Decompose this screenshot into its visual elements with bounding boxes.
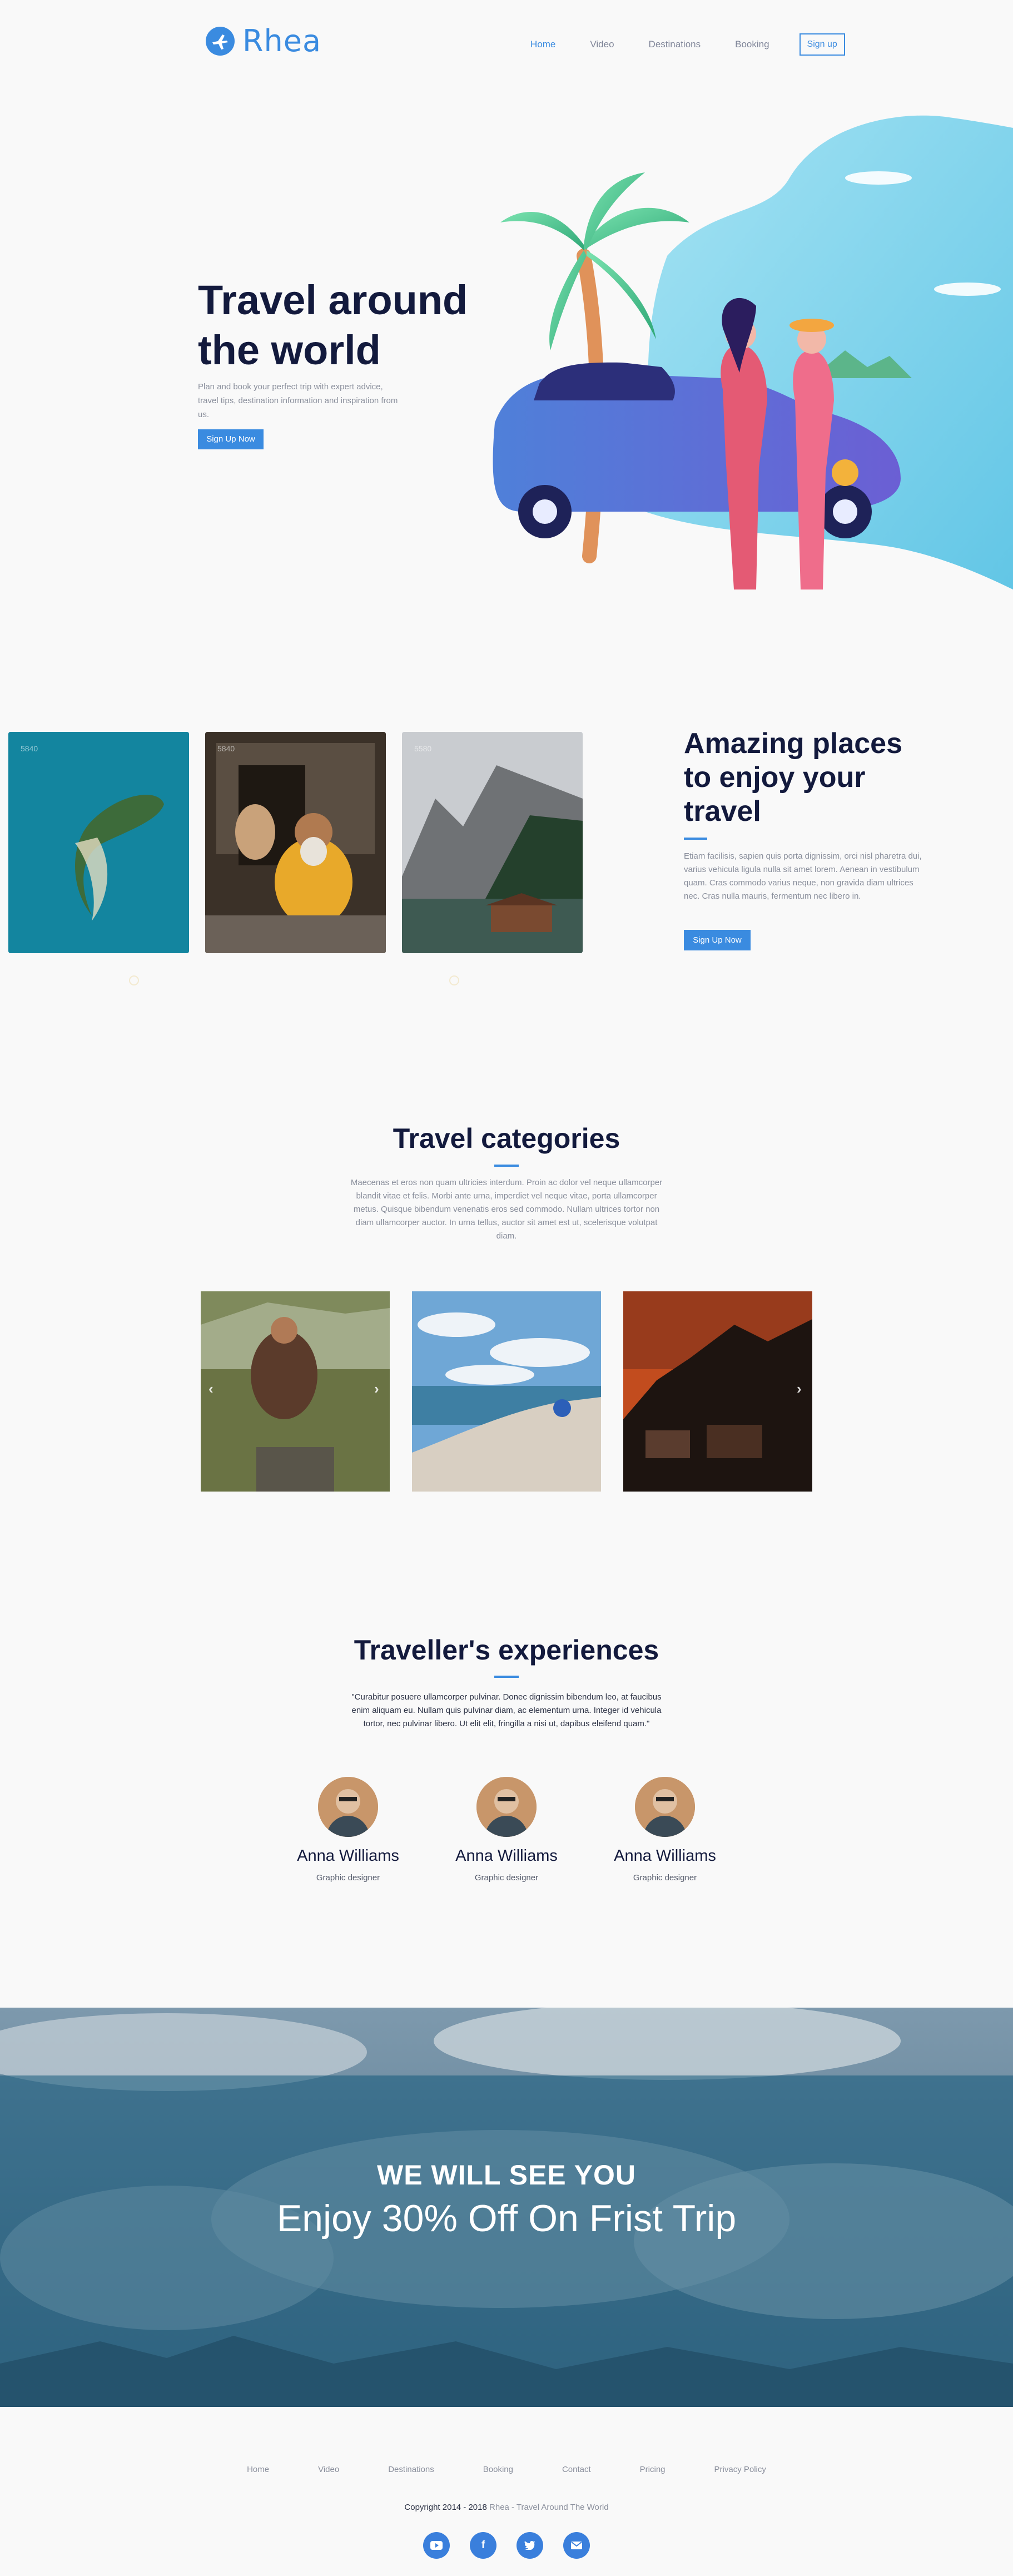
category-card[interactable]: ›	[623, 1291, 812, 1492]
brand-name: Rhea	[242, 23, 322, 58]
avatar	[476, 1777, 537, 1837]
nav-booking-link[interactable]: Booking	[735, 39, 769, 50]
nav-video-link[interactable]: Video	[590, 39, 614, 50]
traveller-name: Anna Williams	[297, 1847, 399, 1865]
banner-overlay	[0, 2075, 1013, 2407]
traveller-name: Anna Williams	[455, 1847, 558, 1865]
footer-video-link[interactable]: Video	[318, 2465, 339, 2474]
title-underline	[494, 1165, 519, 1167]
category-card[interactable]	[412, 1291, 601, 1492]
signup-button[interactable]: Sign up	[799, 33, 845, 56]
place-count: 5840	[21, 744, 38, 753]
traveller-card: Anna Williams Graphic designer	[593, 1777, 737, 1883]
brand-logo[interactable]: Rhea	[206, 23, 321, 58]
nav-destinations-link[interactable]: Destinations	[649, 39, 701, 50]
categories-description: Maecenas et eros non quam ultricies inte…	[350, 1178, 663, 1241]
places-signup-button[interactable]: Sign Up Now	[684, 930, 751, 950]
lake-cabin-photo	[402, 732, 583, 953]
hero-illustration	[478, 111, 1013, 623]
title-underline	[494, 1676, 519, 1678]
main-menu: Home Video Destinations Booking Sign up	[530, 33, 845, 56]
social-links: f	[0, 2532, 1013, 2559]
places-title: Amazing places to enjoy your travel	[684, 727, 903, 828]
avatar	[635, 1777, 695, 1837]
footer-destinations-link[interactable]: Destinations	[388, 2465, 434, 2474]
title-underline	[684, 838, 707, 840]
top-navbar: Rhea Home Video Destinations Booking Sig…	[0, 0, 1013, 83]
hero-title: Travel around the world	[198, 277, 468, 373]
nav-home-link[interactable]: Home	[530, 39, 555, 50]
avatar	[318, 1777, 378, 1837]
santorini-photo	[412, 1291, 601, 1492]
youtube-icon[interactable]	[423, 2532, 450, 2559]
banner-heading: WE WILL SEE YOU	[377, 2159, 636, 2191]
copyright: Copyright 2014 - 2018 Rhea - Travel Arou…	[0, 2503, 1013, 2512]
chevron-right-icon[interactable]: ›	[374, 1380, 379, 1398]
copyright-years: Copyright 2014 - 2018	[404, 2503, 487, 2512]
place-card[interactable]: 5580	[402, 732, 583, 953]
experiences-title: Traveller's experiences	[354, 1634, 659, 1666]
airplane-icon	[206, 26, 235, 56]
island-photo	[8, 732, 189, 953]
email-icon[interactable]	[563, 2532, 590, 2559]
footer-booking-link[interactable]: Booking	[483, 2465, 513, 2474]
monks-photo	[205, 732, 386, 953]
banner-subheading: Enjoy 30% Off On Frist Trip	[276, 2197, 737, 2240]
place-count: 5840	[217, 744, 235, 753]
traveller-role: Graphic designer	[633, 1873, 697, 1883]
place-count: 5580	[414, 744, 432, 753]
hiker-photo	[201, 1291, 390, 1492]
traveller-card: Anna Williams Graphic designer	[276, 1777, 420, 1883]
carousel-dot[interactable]	[129, 975, 139, 985]
footer-home-link[interactable]: Home	[247, 2465, 269, 2474]
place-card[interactable]: 5840	[8, 732, 189, 953]
footer-contact-link[interactable]: Contact	[562, 2465, 591, 2474]
chevron-right-icon[interactable]: ›	[797, 1380, 802, 1398]
hero-signup-button[interactable]: Sign Up Now	[198, 429, 264, 449]
chevron-left-icon[interactable]: ‹	[208, 1380, 213, 1398]
footer-menu: Home Video Destinations Booking Contact …	[0, 2465, 1013, 2474]
facebook-icon[interactable]: f	[470, 2532, 496, 2559]
traveller-card: Anna Williams Graphic designer	[434, 1777, 579, 1883]
testimonial-quote: "Curabitur posuere ullamcorper pulvinar.…	[351, 1692, 662, 1728]
hero-description: Plan and book your perfect trip with exp…	[198, 382, 398, 419]
category-card[interactable]: ‹ ›	[201, 1291, 390, 1492]
promo-banner: WE WILL SEE YOU Enjoy 30% Off On Frist T…	[0, 2008, 1013, 2407]
traveller-role: Graphic designer	[316, 1873, 380, 1883]
carousel-dot[interactable]	[449, 975, 459, 985]
places-description: Etiam facilisis, sapien quis porta digni…	[684, 851, 922, 901]
sunset-mountain-photo	[623, 1291, 812, 1492]
traveller-name: Anna Williams	[614, 1847, 716, 1865]
twitter-icon[interactable]	[517, 2532, 543, 2559]
footer-pricing-link[interactable]: Pricing	[640, 2465, 666, 2474]
copyright-brand[interactable]: Rhea - Travel Around The World	[489, 2503, 609, 2512]
footer-privacy-link[interactable]: Privacy Policy	[714, 2465, 766, 2474]
place-card[interactable]: 5840	[205, 732, 386, 953]
traveller-role: Graphic designer	[474, 1873, 539, 1883]
categories-title: Travel categories	[393, 1123, 620, 1154]
